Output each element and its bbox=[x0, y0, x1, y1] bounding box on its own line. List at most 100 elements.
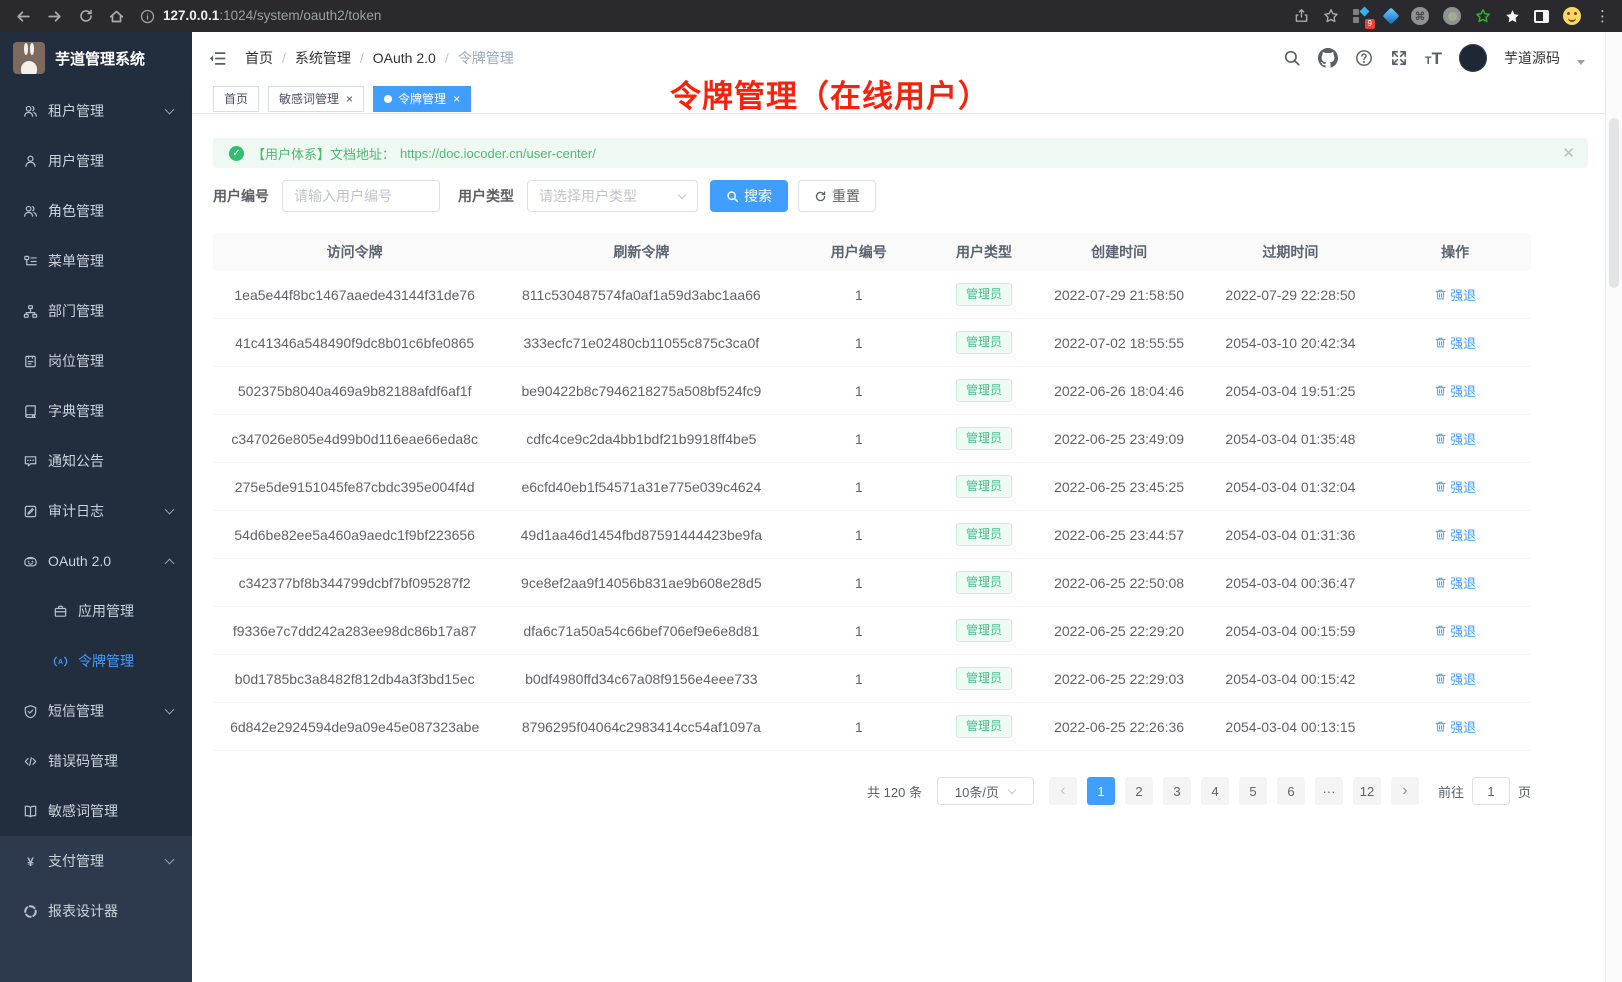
sidebar-item-dept[interactable]: 部门管理 bbox=[0, 286, 192, 336]
reload-icon[interactable] bbox=[70, 0, 101, 32]
font-size-icon[interactable]: TT bbox=[1425, 50, 1442, 67]
page-scrollbar[interactable] bbox=[1605, 32, 1622, 982]
sidebar-item-user[interactable]: 用户管理 bbox=[0, 136, 192, 186]
site-info-icon[interactable] bbox=[140, 9, 155, 24]
sidebar-item-pay[interactable]: ¥支付管理 bbox=[0, 836, 192, 886]
chevron-down-icon bbox=[165, 507, 174, 516]
goto-page: 前往 页 bbox=[1438, 777, 1531, 805]
pager-page-12[interactable]: 12 bbox=[1353, 777, 1381, 805]
force-logout-button[interactable]: 强退 bbox=[1434, 621, 1476, 640]
breadcrumb-item[interactable]: 首页 bbox=[245, 48, 273, 68]
pager-page-1[interactable]: 1 bbox=[1087, 777, 1115, 805]
sidebar-item-menu[interactable]: 菜单管理 bbox=[0, 236, 192, 286]
share-icon[interactable] bbox=[1294, 0, 1309, 32]
breadcrumb-item[interactable]: 系统管理 bbox=[295, 48, 351, 68]
home-icon[interactable] bbox=[101, 0, 132, 32]
help-icon[interactable] bbox=[1355, 49, 1373, 67]
chevron-down-icon[interactable] bbox=[1577, 60, 1585, 65]
force-logout-button[interactable]: 强退 bbox=[1434, 525, 1476, 544]
force-logout-button[interactable]: 强退 bbox=[1434, 717, 1476, 736]
collapse-sidebar-icon[interactable] bbox=[208, 49, 227, 68]
alert-doc-link[interactable]: https://doc.iocoder.cn/user-center/ bbox=[400, 146, 596, 161]
search-icon[interactable] bbox=[1283, 49, 1301, 67]
sidebar-item-oauth2-app[interactable]: 应用管理 bbox=[0, 586, 192, 636]
force-logout-button[interactable]: 强退 bbox=[1434, 669, 1476, 688]
github-icon[interactable] bbox=[1318, 48, 1338, 68]
pager-page-3[interactable]: 3 bbox=[1163, 777, 1191, 805]
sidebar-item-role[interactable]: 角色管理 bbox=[0, 186, 192, 236]
sidebar-item-oauth2[interactable]: OAuth 2.0 bbox=[0, 536, 192, 586]
sidebar-item-report-designer[interactable]: 报表设计器 bbox=[0, 886, 192, 936]
gem-extension-icon[interactable] bbox=[1383, 8, 1400, 25]
extensions-icon[interactable]: 9 bbox=[1353, 8, 1371, 24]
pager-page-6[interactable]: 6 bbox=[1277, 777, 1305, 805]
pager-page-4[interactable]: 4 bbox=[1201, 777, 1229, 805]
force-logout-button[interactable]: 强退 bbox=[1434, 285, 1476, 304]
emoji-extension-icon[interactable] bbox=[1563, 7, 1581, 25]
action-cell: 强退 bbox=[1379, 429, 1531, 448]
next-page-button[interactable]: › bbox=[1391, 777, 1419, 805]
search-button[interactable]: 搜索 bbox=[710, 180, 788, 212]
fullscreen-icon[interactable] bbox=[1390, 49, 1408, 67]
tab-close-icon[interactable]: × bbox=[346, 93, 353, 105]
tab-close-icon[interactable]: × bbox=[453, 93, 460, 105]
force-logout-button[interactable]: 强退 bbox=[1434, 333, 1476, 352]
white-star-extension-icon[interactable] bbox=[1505, 0, 1520, 32]
address-bar[interactable]: 127.0.0.1:1024/system/oauth2/token bbox=[140, 7, 381, 25]
pager-page-5[interactable]: 5 bbox=[1239, 777, 1267, 805]
goto-page-input[interactable] bbox=[1472, 777, 1510, 805]
tab-敏感词管理[interactable]: 敏感词管理× bbox=[268, 86, 364, 112]
created-time-cell: 2022-06-25 22:26:36 bbox=[1037, 719, 1202, 735]
sidebar-item-sms[interactable]: 短信管理 bbox=[0, 686, 192, 736]
scrollbar-thumb[interactable] bbox=[1609, 118, 1619, 288]
alert-close-icon[interactable]: ✕ bbox=[1562, 146, 1575, 161]
sidebar-item-error-code[interactable]: 错误码管理 bbox=[0, 736, 192, 786]
sidebar-item-sensitive-word[interactable]: 敏感词管理 bbox=[0, 786, 192, 836]
sidebar-item-oauth2-token[interactable]: A令牌管理 bbox=[0, 636, 192, 686]
back-icon[interactable] bbox=[8, 0, 39, 32]
force-logout-button[interactable]: 强退 bbox=[1434, 381, 1476, 400]
pager-more[interactable]: ··· bbox=[1315, 777, 1343, 805]
sidebar-item-post[interactable]: 岗位管理 bbox=[0, 336, 192, 386]
command-extension-icon[interactable]: ⌘ bbox=[1411, 7, 1429, 25]
force-logout-button[interactable]: 强退 bbox=[1434, 477, 1476, 496]
sidebar-item-notice[interactable]: 通知公告 bbox=[0, 436, 192, 486]
user-type-badge: 管理员 bbox=[956, 331, 1012, 354]
trash-icon bbox=[1434, 384, 1447, 397]
force-logout-button[interactable]: 强退 bbox=[1434, 573, 1476, 592]
force-logout-button[interactable]: 强退 bbox=[1434, 429, 1476, 448]
alert-text: 【用户体系】文档地址： bbox=[252, 144, 395, 163]
pager-page-2[interactable]: 2 bbox=[1125, 777, 1153, 805]
sidebar-item-audit-log[interactable]: 审计日志 bbox=[0, 486, 192, 536]
tab-label: 令牌管理 bbox=[398, 90, 446, 107]
page-size-select[interactable]: 10条/页 bbox=[937, 777, 1034, 805]
created-time-cell: 2022-06-25 23:45:25 bbox=[1037, 479, 1202, 495]
sidebar-item-label: 岗位管理 bbox=[48, 351, 104, 371]
expire-time-cell: 2054-03-04 19:51:25 bbox=[1201, 383, 1379, 399]
access-token-cell: f9336e7c7dd242a283ee98dc86b17a87 bbox=[213, 623, 496, 639]
trash-icon bbox=[1434, 336, 1447, 349]
user-type-select[interactable]: 请选择用户类型 bbox=[527, 180, 698, 212]
avatar[interactable] bbox=[1459, 44, 1487, 72]
app-logo-row[interactable]: 芋道管理系统 bbox=[0, 32, 192, 84]
tab-令牌管理[interactable]: 令牌管理 × bbox=[373, 86, 471, 112]
sidebar-item-tenant[interactable]: 租户管理 bbox=[0, 86, 192, 136]
user-id-cell: 1 bbox=[786, 719, 931, 735]
bookmark-star-icon[interactable] bbox=[1323, 0, 1339, 32]
sidebar-item-dict[interactable]: 字典管理 bbox=[0, 386, 192, 436]
tab-首页[interactable]: 首页 bbox=[213, 86, 259, 112]
forward-icon[interactable] bbox=[39, 0, 70, 32]
reset-button[interactable]: 重置 bbox=[798, 180, 876, 212]
user-id-input[interactable] bbox=[282, 180, 440, 212]
username[interactable]: 芋道源码 bbox=[1504, 48, 1560, 68]
sidebar-item-label: 通知公告 bbox=[48, 451, 104, 471]
browser-menu-icon[interactable]: ⋮ bbox=[1595, 7, 1610, 25]
column-header: 过期时间 bbox=[1201, 242, 1379, 262]
shield-check-icon bbox=[22, 703, 38, 719]
record-extension-icon[interactable] bbox=[1443, 7, 1461, 25]
prev-page-button[interactable]: ‹ bbox=[1049, 777, 1077, 805]
refresh-token-cell: e6cfd40eb1f54571a31e775e039c4624 bbox=[496, 479, 786, 495]
green-star-extension-icon[interactable] bbox=[1475, 0, 1491, 32]
breadcrumb-item[interactable]: OAuth 2.0 bbox=[373, 50, 436, 66]
sidebar-panel-icon[interactable] bbox=[1534, 10, 1549, 23]
